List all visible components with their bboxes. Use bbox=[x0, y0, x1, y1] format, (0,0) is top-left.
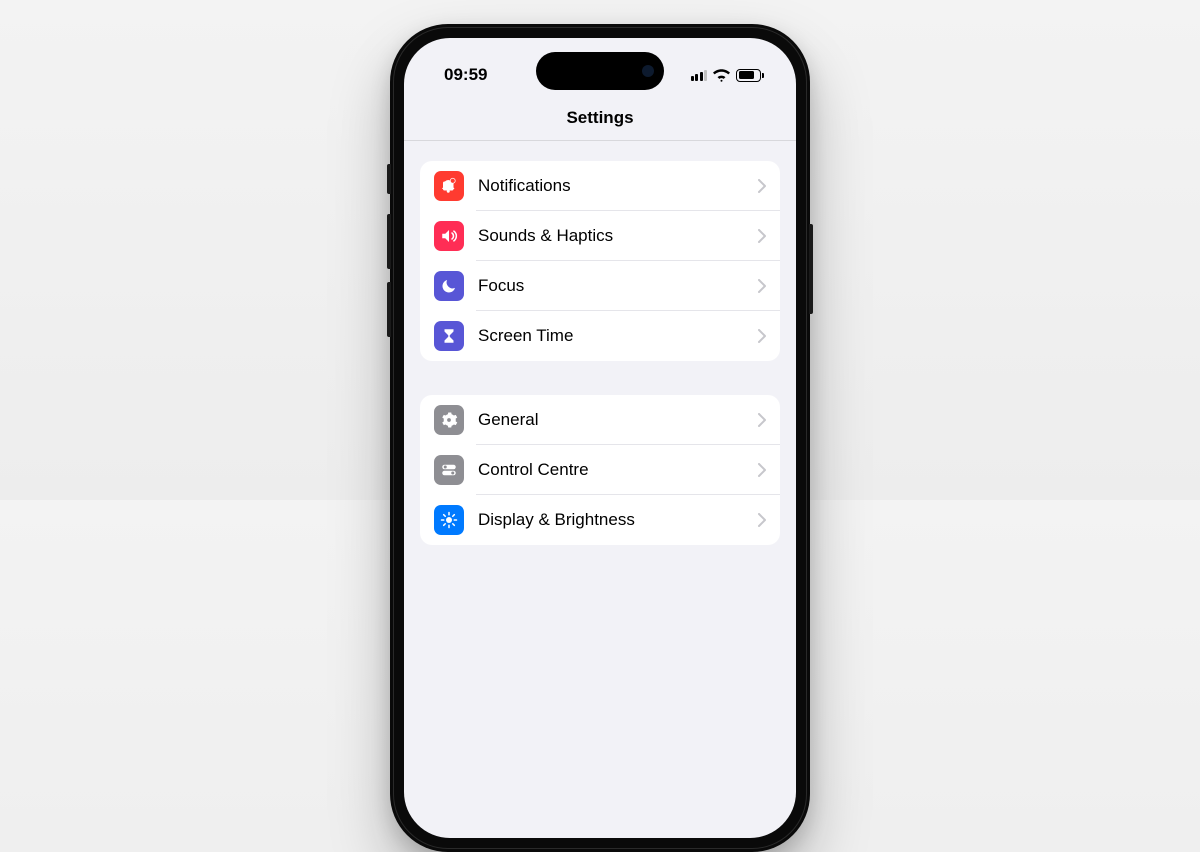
row-label: Sounds & Haptics bbox=[478, 226, 758, 246]
chevron-right-icon bbox=[758, 229, 766, 243]
status-time: 09:59 bbox=[444, 65, 487, 85]
chevron-right-icon bbox=[758, 179, 766, 193]
row-control-centre[interactable]: Control Centre bbox=[420, 445, 780, 495]
status-indicators bbox=[691, 69, 765, 82]
volume-down-button bbox=[387, 282, 391, 337]
row-label: General bbox=[478, 410, 758, 430]
wifi-icon bbox=[713, 69, 730, 82]
power-button bbox=[809, 224, 813, 314]
page-title: Settings bbox=[404, 94, 796, 141]
settings-group-2: General Control Centre Display & Brightn… bbox=[420, 395, 780, 545]
row-label: Screen Time bbox=[478, 326, 758, 346]
switches-icon bbox=[434, 455, 464, 485]
gear-icon bbox=[434, 405, 464, 435]
settings-content: Notifications Sounds & Haptics Focus bbox=[404, 141, 796, 545]
row-focus[interactable]: Focus bbox=[420, 261, 780, 311]
chevron-right-icon bbox=[758, 329, 766, 343]
chevron-right-icon bbox=[758, 513, 766, 527]
row-sounds-haptics[interactable]: Sounds & Haptics bbox=[420, 211, 780, 261]
mute-switch bbox=[387, 164, 391, 194]
row-screen-time[interactable]: Screen Time bbox=[420, 311, 780, 361]
row-label: Notifications bbox=[478, 176, 758, 196]
volume-up-button bbox=[387, 214, 391, 269]
speaker-icon bbox=[434, 221, 464, 251]
moon-icon bbox=[434, 271, 464, 301]
row-general[interactable]: General bbox=[420, 395, 780, 445]
row-label: Focus bbox=[478, 276, 758, 296]
chevron-right-icon bbox=[758, 413, 766, 427]
settings-group-1: Notifications Sounds & Haptics Focus bbox=[420, 161, 780, 361]
row-notifications[interactable]: Notifications bbox=[420, 161, 780, 211]
bell-badge-icon bbox=[434, 171, 464, 201]
row-label: Display & Brightness bbox=[478, 510, 758, 530]
phone-device-frame: 09:59 Settings bbox=[390, 24, 810, 852]
row-label: Control Centre bbox=[478, 460, 758, 480]
chevron-right-icon bbox=[758, 279, 766, 293]
hourglass-icon bbox=[434, 321, 464, 351]
row-display-brightness[interactable]: Display & Brightness bbox=[420, 495, 780, 545]
brightness-icon bbox=[434, 505, 464, 535]
cellular-signal-icon bbox=[691, 69, 708, 81]
chevron-right-icon bbox=[758, 463, 766, 477]
battery-icon bbox=[736, 69, 764, 82]
dynamic-island bbox=[536, 52, 664, 90]
phone-screen: 09:59 Settings bbox=[404, 38, 796, 838]
